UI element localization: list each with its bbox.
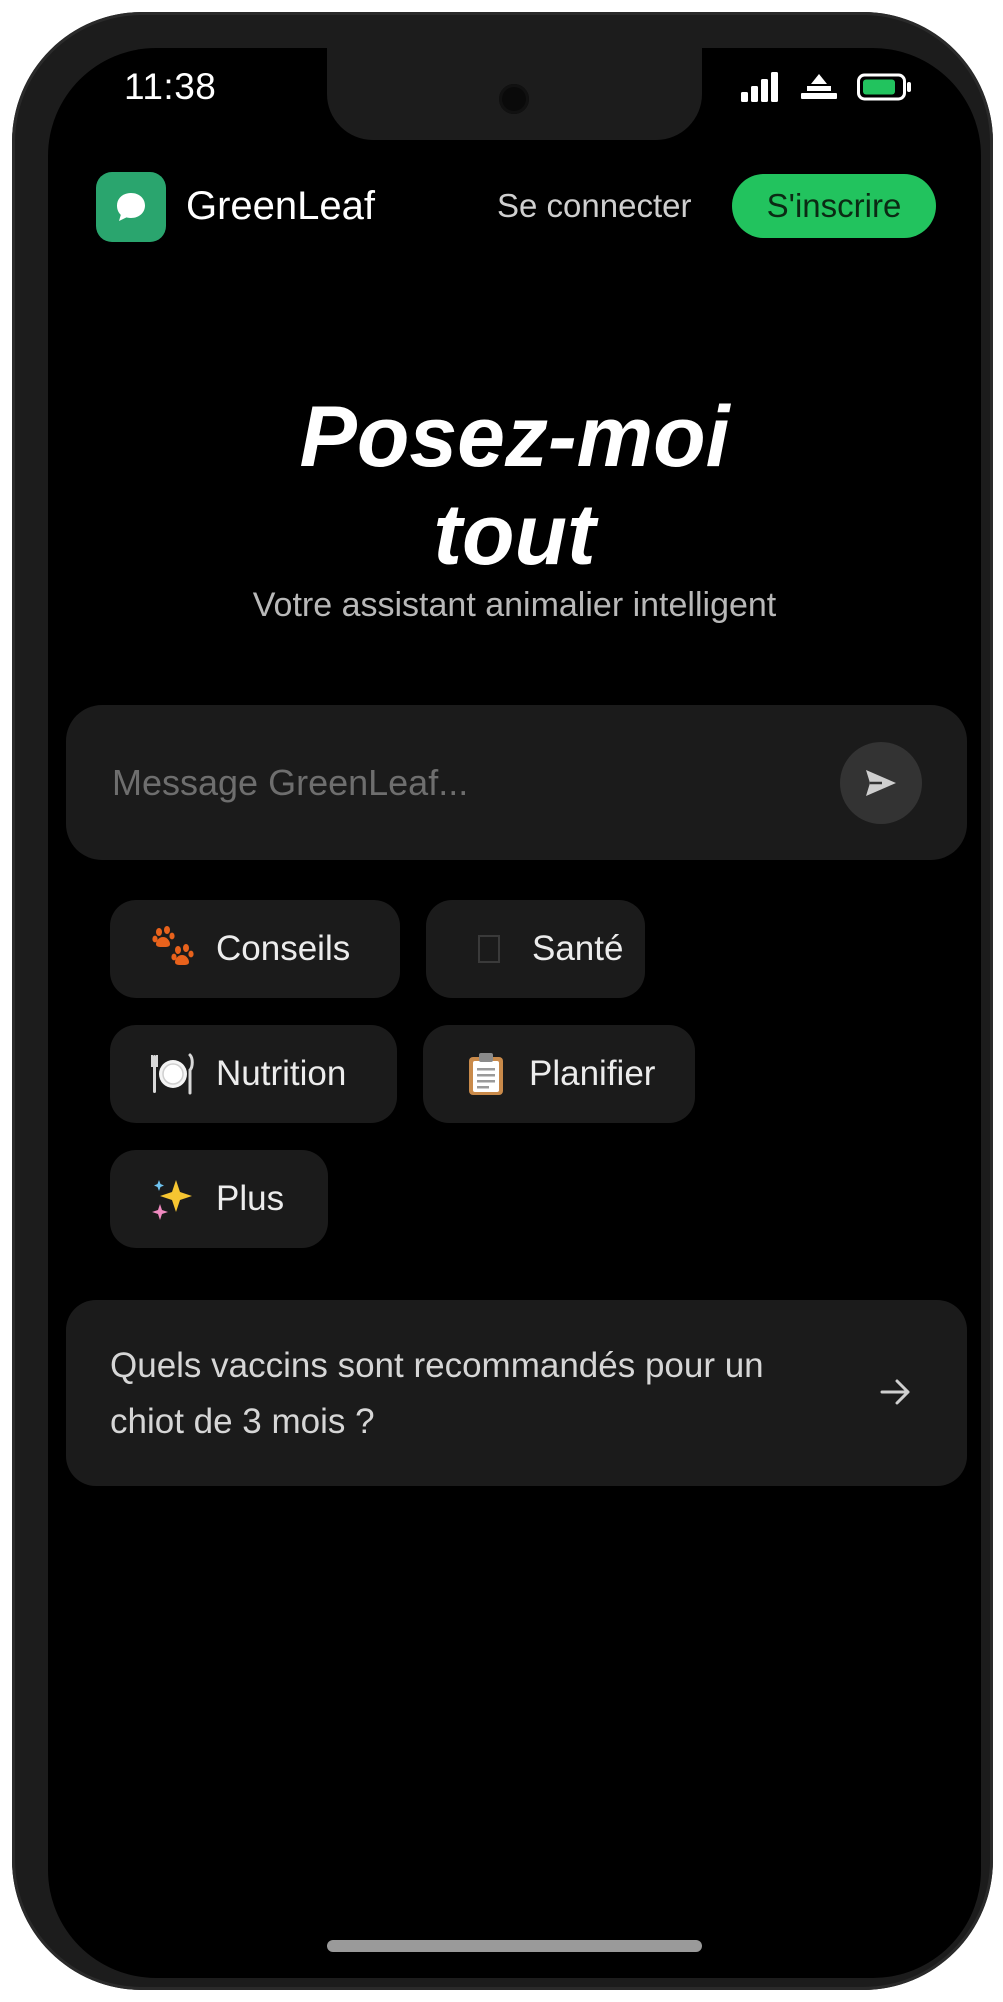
status-icons (741, 72, 913, 102)
paw-prints-icon (150, 926, 196, 972)
app-screen: 11:38 GreenLeaf Se connecter S'inscrire … (48, 48, 981, 1978)
plate-cutlery-icon (150, 1051, 196, 1097)
missing-glyph-icon (466, 926, 512, 972)
send-button[interactable] (840, 742, 922, 824)
phone-frame: 11:38 GreenLeaf Se connecter S'inscrire … (12, 12, 993, 1990)
suggestion-card[interactable]: Quels vaccins sont recommandés pour un c… (66, 1300, 967, 1486)
hero-title-line-2: tout (433, 487, 596, 583)
hero-title: Posez-moi tout (48, 388, 981, 584)
chip-label: Plus (216, 1179, 285, 1218)
camera-icon (499, 84, 529, 114)
clipboard-icon (463, 1051, 509, 1097)
wifi-icon (801, 74, 837, 99)
chip-label: Planifier (529, 1054, 656, 1093)
chip-label: Conseils (216, 929, 351, 968)
app-name: GreenLeaf (186, 184, 376, 228)
device-mockup: 11:38 GreenLeaf Se connecter S'inscrire … (0, 0, 1003, 2002)
send-icon (866, 770, 896, 796)
app-logo[interactable] (96, 172, 166, 242)
chip-label: Nutrition (216, 1054, 347, 1093)
message-input[interactable] (110, 749, 834, 817)
home-indicator[interactable] (327, 1940, 702, 1952)
chip-conseils[interactable]: Conseils (110, 900, 400, 998)
suggestion-text: Quels vaccins sont recommandés pour un c… (110, 1346, 764, 1441)
hero-title-line-1: Posez-moi (299, 389, 730, 485)
chip-planifier[interactable]: Planifier (423, 1025, 695, 1123)
signup-button[interactable]: S'inscrire (732, 174, 936, 238)
hero-subtitle: Votre assistant animalier intelligent (252, 586, 777, 624)
chat-bubble-icon (117, 193, 145, 221)
notch (327, 48, 702, 140)
battery-icon (857, 73, 911, 101)
login-link[interactable]: Se connecter (497, 187, 691, 225)
chip-plus[interactable]: Plus (110, 1150, 328, 1248)
message-composer (66, 705, 967, 860)
sparkles-icon (150, 1176, 196, 1222)
signal-icon (741, 72, 778, 102)
status-time: 11:38 (124, 66, 217, 107)
arrow-right-icon (880, 1379, 910, 1405)
chip-nutrition[interactable]: Nutrition (110, 1025, 397, 1123)
chip-label: Santé (532, 929, 624, 968)
chip-sante[interactable]: Santé (426, 900, 645, 998)
